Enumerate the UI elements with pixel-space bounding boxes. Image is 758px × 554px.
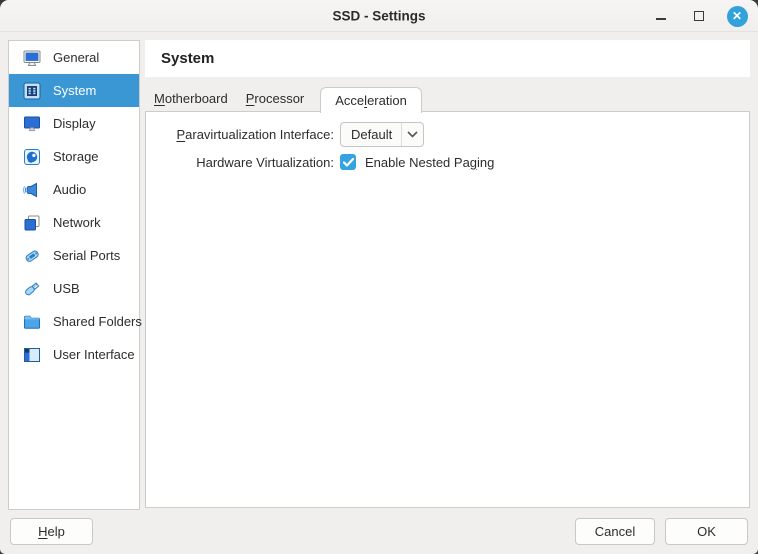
sidebar-item-label: General	[53, 50, 99, 65]
sidebar-item-network[interactable]: Network	[9, 206, 139, 239]
tab-processor[interactable]: Processor	[244, 91, 307, 112]
sidebar-item-audio[interactable]: Audio	[9, 173, 139, 206]
audio-icon	[22, 180, 42, 200]
help-button[interactable]: Help	[10, 518, 93, 545]
settings-category-list: General System Display	[8, 40, 140, 510]
page-header: System	[145, 40, 750, 77]
paravirtualization-interface-select[interactable]: Default	[340, 122, 424, 147]
chevron-down-icon	[401, 123, 423, 146]
sidebar-item-label: Serial Ports	[53, 248, 120, 263]
sidebar-item-label: Shared Folders	[53, 314, 142, 329]
sidebar-item-system[interactable]: System	[9, 74, 139, 107]
sidebar-item-usb[interactable]: USB	[9, 272, 139, 305]
sidebar-item-display[interactable]: Display	[9, 107, 139, 140]
sidebar-item-label: Audio	[53, 182, 86, 197]
acceleration-panel: Paravirtualization Interface: Default Ha…	[145, 111, 750, 508]
sidebar-item-shared-folders[interactable]: Shared Folders	[9, 305, 139, 338]
shared-folders-icon	[22, 312, 42, 332]
usb-icon	[22, 279, 42, 299]
close-button[interactable]: ✕	[726, 5, 748, 27]
system-icon	[22, 81, 42, 101]
sidebar-item-serial-ports[interactable]: Serial Ports	[9, 239, 139, 272]
sidebar-item-label: Network	[53, 215, 101, 230]
dialog-actions: Cancel OK	[575, 518, 748, 545]
sidebar-item-user-interface[interactable]: User Interface	[9, 338, 139, 371]
window-controls: ✕	[650, 0, 748, 32]
hardware-virtualization-label: Hardware Virtualization:	[156, 155, 334, 170]
nested-paging-checkbox[interactable]	[340, 154, 356, 170]
sidebar-item-general[interactable]: General	[9, 41, 139, 74]
sidebar-item-label: Storage	[53, 149, 99, 164]
sidebar-item-label: Display	[53, 116, 96, 131]
display-icon	[22, 114, 42, 134]
serial-ports-icon	[22, 246, 42, 266]
ok-button[interactable]: OK	[665, 518, 748, 545]
nested-paging-checkbox-label[interactable]: Enable Nested Paging	[365, 155, 494, 170]
minimize-button[interactable]	[650, 5, 672, 27]
maximize-button[interactable]	[688, 5, 710, 27]
page-title: System	[145, 50, 214, 67]
settings-dialog: SSD - Settings ✕ General	[0, 0, 758, 554]
tab-acceleration[interactable]: Acceleration	[320, 87, 422, 113]
sidebar-item-label: User Interface	[53, 347, 135, 362]
minimize-icon	[656, 18, 666, 20]
window-title: SSD - Settings	[332, 8, 425, 23]
checkmark-icon	[343, 158, 354, 167]
titlebar: SSD - Settings ✕	[0, 0, 758, 32]
tab-motherboard[interactable]: Motherboard	[152, 91, 230, 112]
cancel-button[interactable]: Cancel	[575, 518, 655, 545]
close-icon: ✕	[727, 6, 748, 27]
paravirtualization-interface-label: Paravirtualization Interface:	[156, 127, 334, 142]
general-icon	[22, 48, 42, 68]
storage-icon	[22, 147, 42, 167]
user-interface-icon	[22, 345, 42, 365]
combo-selected-value: Default	[341, 123, 401, 146]
sidebar-item-storage[interactable]: Storage	[9, 140, 139, 173]
sidebar-item-label: System	[53, 83, 96, 98]
system-tabs: Motherboard Processor Acceleration	[145, 86, 750, 112]
maximize-icon	[694, 11, 704, 21]
sidebar-item-label: USB	[53, 281, 80, 296]
network-icon	[22, 213, 42, 233]
